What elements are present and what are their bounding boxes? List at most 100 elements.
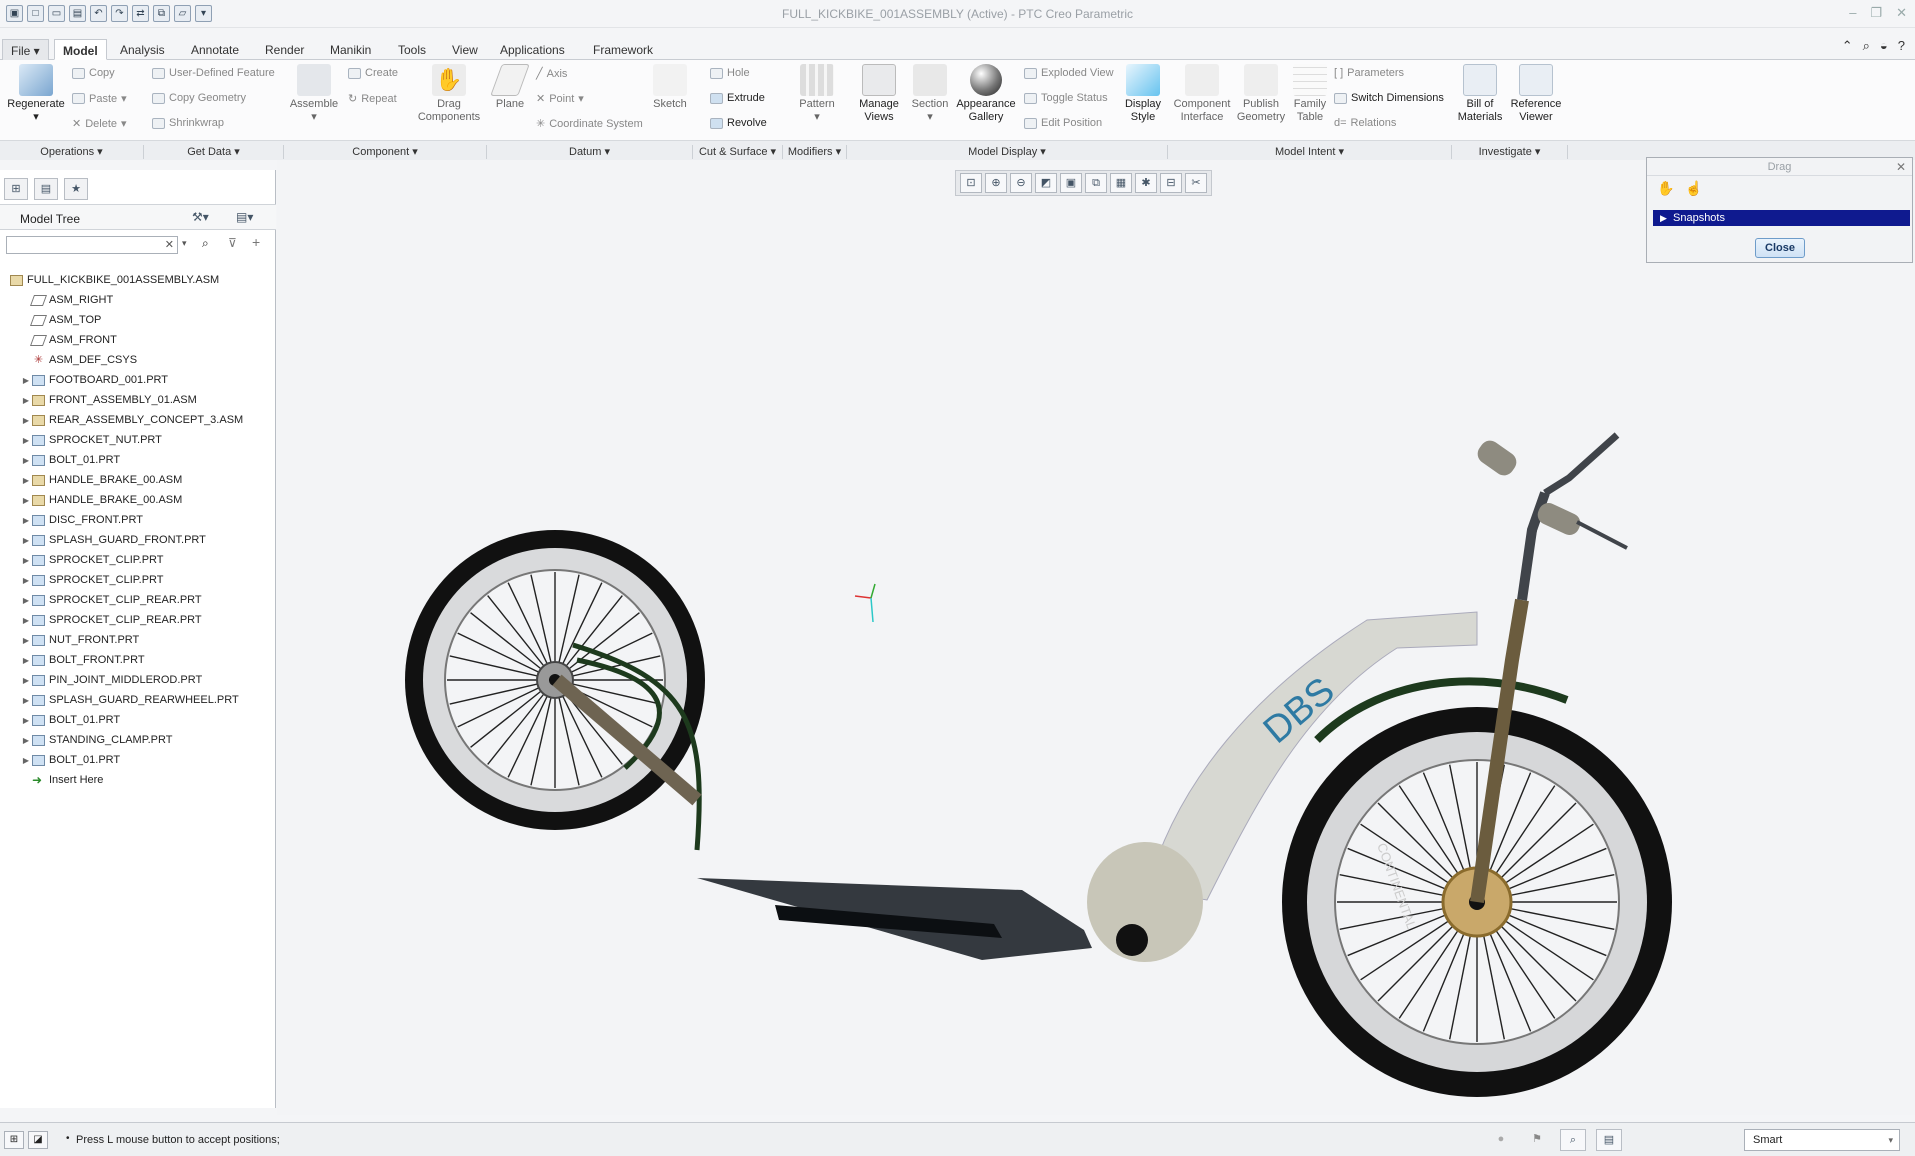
section-button[interactable]: Section ▾ <box>910 64 950 124</box>
create-button[interactable]: Create <box>348 67 398 79</box>
close-icon[interactable]: ✕ <box>1896 160 1906 174</box>
tree-item[interactable]: ▶ BOLT_01.PRT <box>0 710 276 730</box>
group-component[interactable]: Component ▾ <box>284 145 487 159</box>
group-model-display[interactable]: Model Display ▾ <box>847 145 1168 159</box>
tab-file[interactable]: File ▾ <box>2 39 49 60</box>
kickbike-model[interactable]: DBS CONTINENTAL <box>277 160 1915 1115</box>
tree-item[interactable]: ▶ SPLASH_GUARD_FRONT.PRT <box>0 530 276 550</box>
tree-columns-icon[interactable]: ▤▾ <box>236 210 253 224</box>
copy-geometry-button[interactable]: Copy Geometry <box>152 92 246 104</box>
tree-item[interactable]: ▶ STANDING_CLAMP.PRT <box>0 730 276 750</box>
group-modifiers[interactable]: Modifiers ▾ <box>783 145 847 159</box>
group-get-data[interactable]: Get Data ▾ <box>144 145 284 159</box>
udf-button[interactable]: User-Defined Feature <box>152 67 275 79</box>
tree-item[interactable]: ▶ SPROCKET_NUT.PRT <box>0 430 276 450</box>
delete-button[interactable]: ✕ Delete ▾ <box>72 117 127 131</box>
sketch-button[interactable]: Sketch <box>650 64 690 111</box>
tree-item[interactable]: ASM_TOP <box>0 310 276 330</box>
zoom-in-icon[interactable]: ⊕ <box>985 173 1007 193</box>
expand-arrow-icon[interactable]: ▶ <box>20 656 32 665</box>
expand-arrow-icon[interactable]: ▶ <box>20 476 32 485</box>
tab-applications[interactable]: Applications <box>492 39 573 60</box>
search-dropdown-icon[interactable]: ▾ <box>182 238 187 249</box>
axis-button[interactable]: ╱ Axis <box>536 67 567 81</box>
refit-icon[interactable]: ⊡ <box>960 173 982 193</box>
repaint-icon[interactable]: ◩ <box>1035 173 1057 193</box>
group-model-intent[interactable]: Model Intent ▾ <box>1168 145 1452 159</box>
pattern-button[interactable]: Pattern ▾ <box>796 64 838 124</box>
publish-geometry-button[interactable]: Publish Geometry <box>1236 64 1286 124</box>
flag-icon[interactable]: ⚑ <box>1524 1129 1550 1151</box>
expand-arrow-icon[interactable]: ▶ <box>20 616 32 625</box>
extrude-button[interactable]: Extrude <box>710 92 765 104</box>
find-icon[interactable]: ⌕ <box>1560 1129 1586 1151</box>
snapshot-hand-icon[interactable]: ☝ <box>1683 180 1705 200</box>
expand-arrow-icon[interactable]: ▶ <box>20 516 32 525</box>
coordinate-system-button[interactable]: ✳ Coordinate System <box>536 117 643 131</box>
model-tree-tab-icon[interactable]: ⊞ <box>4 178 28 200</box>
tab-tools[interactable]: Tools <box>390 39 434 60</box>
plane-button[interactable]: Plane <box>490 64 530 111</box>
expand-arrow-icon[interactable]: ▶ <box>20 536 32 545</box>
tree-item[interactable]: ▶ HANDLE_BRAKE_00.ASM <box>0 470 276 490</box>
tab-render[interactable]: Render <box>257 39 312 60</box>
expand-arrow-icon[interactable]: ▶ <box>20 376 32 385</box>
tree-item[interactable]: ▶ FRONT_ASSEMBLY_01.ASM <box>0 390 276 410</box>
expand-arrow-icon[interactable]: ▶ <box>20 576 32 585</box>
exploded-view-button[interactable]: Exploded View <box>1024 67 1114 79</box>
filter-icon[interactable]: ⊽ <box>228 236 237 250</box>
family-table-button[interactable]: Family Table <box>1290 64 1330 124</box>
clear-search-icon[interactable]: ✕ <box>165 238 174 251</box>
expand-arrow-icon[interactable]: ▶ <box>20 756 32 765</box>
collapse-ribbon-icon[interactable]: ⌃ <box>1842 38 1853 54</box>
revolve-button[interactable]: Revolve <box>710 117 767 129</box>
tree-item[interactable]: ▶ BOLT_FRONT.PRT <box>0 650 276 670</box>
tree-item[interactable]: ▶ PIN_JOINT_MIDDLEROD.PRT <box>0 670 276 690</box>
favorites-tab-icon[interactable]: ★ <box>64 178 88 200</box>
zoom-out-icon[interactable]: ⊖ <box>1010 173 1032 193</box>
expand-arrow-icon[interactable]: ▶ <box>20 696 32 705</box>
tree-item[interactable]: ▶ BOLT_01.PRT <box>0 750 276 770</box>
find-binoculars-icon[interactable]: ⌕ <box>202 236 209 251</box>
display-style-button[interactable]: Display Style <box>1120 64 1166 124</box>
copy-button[interactable]: Copy <box>72 67 115 79</box>
expand-arrow-icon[interactable]: ▶ <box>20 736 32 745</box>
point-button[interactable]: ✕ Point ▾ <box>536 92 584 106</box>
drag-components-button[interactable]: ✋ Drag Components <box>414 64 484 124</box>
tree-item[interactable]: ▶ BOLT_01.PRT <box>0 450 276 470</box>
restore-icon[interactable]: ❐ <box>1870 5 1882 21</box>
show-browser-icon[interactable]: ◪ <box>28 1131 48 1149</box>
display-style-icon[interactable]: ▣ <box>1060 173 1082 193</box>
tree-item[interactable]: ✳ ASM_DEF_CSYS <box>0 350 276 370</box>
tree-item[interactable]: ▶ NUT_FRONT.PRT <box>0 630 276 650</box>
component-interface-button[interactable]: Component Interface <box>1172 64 1232 124</box>
edit-position-button[interactable]: Edit Position <box>1024 117 1102 129</box>
regenerate-button[interactable]: Regenerate ▾ <box>6 64 66 124</box>
expand-arrow-icon[interactable]: ▶ <box>20 396 32 405</box>
expand-arrow-icon[interactable]: ▶ <box>20 676 32 685</box>
reference-viewer-button[interactable]: Reference Viewer <box>1508 64 1564 124</box>
selection-filter-select[interactable]: Smart ▾ <box>1744 1129 1900 1151</box>
tab-annotate[interactable]: Annotate <box>183 39 247 60</box>
annotation-display-icon[interactable]: ⊟ <box>1160 173 1182 193</box>
tree-settings-icon[interactable]: ⚒▾ <box>192 210 209 224</box>
expand-arrow-icon[interactable]: ▶ <box>20 636 32 645</box>
tree-item[interactable]: ▶ SPROCKET_CLIP.PRT <box>0 550 276 570</box>
switch-dimensions-button[interactable]: Switch Dimensions <box>1334 92 1444 104</box>
tree-item[interactable]: FULL_KICKBIKE_001ASSEMBLY.ASM <box>0 270 276 290</box>
tree-item[interactable]: ASM_RIGHT <box>0 290 276 310</box>
expand-arrow-icon[interactable]: ▶ <box>20 496 32 505</box>
expand-arrow-icon[interactable]: ▶ <box>20 716 32 725</box>
close-button[interactable]: Close <box>1755 238 1805 258</box>
tab-model[interactable]: Model <box>54 39 107 60</box>
group-datum[interactable]: Datum ▾ <box>487 145 693 159</box>
tree-item[interactable]: ▶ FOOTBOARD_001.PRT <box>0 370 276 390</box>
spin-center-icon[interactable]: ✂ <box>1185 173 1207 193</box>
paste-button[interactable]: Paste ▾ <box>72 92 127 105</box>
parameters-button[interactable]: [ ] Parameters <box>1334 67 1404 79</box>
repeat-button[interactable]: ↻ Repeat <box>348 92 397 106</box>
tree-item[interactable]: ▶ DISC_FRONT.PRT <box>0 510 276 530</box>
folder-browser-tab-icon[interactable]: ▤ <box>34 178 58 200</box>
shrinkwrap-button[interactable]: Shrinkwrap <box>152 117 224 129</box>
hole-button[interactable]: Hole <box>710 67 750 79</box>
